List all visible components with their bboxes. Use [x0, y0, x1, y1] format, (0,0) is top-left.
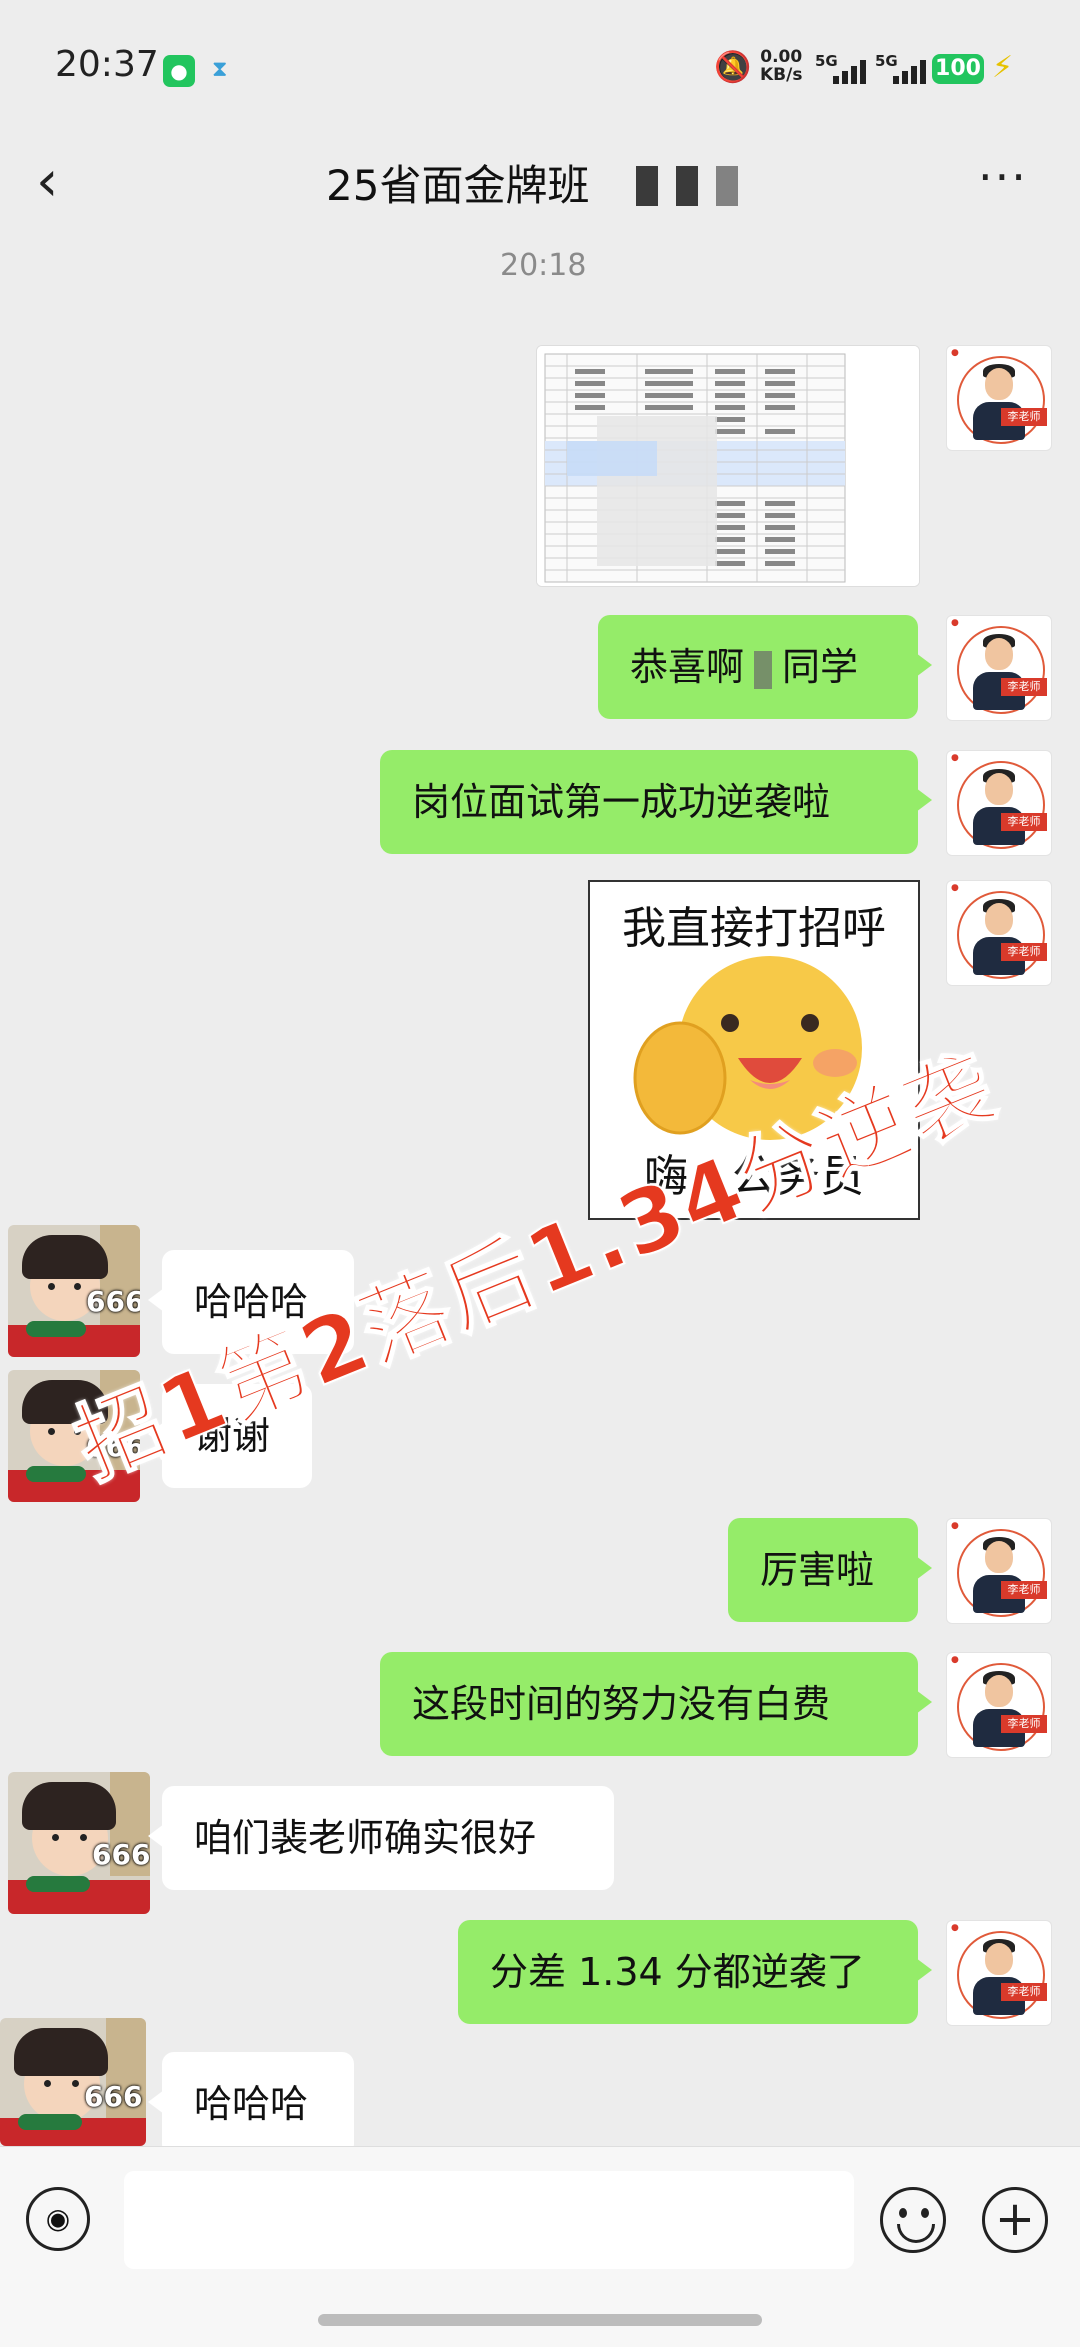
blurred-region [636, 166, 658, 206]
avatar-label: 666 [86, 1285, 140, 1318]
chat-title: 25省面金牌班 [326, 161, 590, 210]
chat-header: ‹ 25省面金牌班 ··· [0, 130, 1080, 240]
student-avatar[interactable]: 666 [0, 2018, 146, 2146]
message-bubble-outgoing[interactable]: 这段时间的努力没有白费 [380, 1652, 932, 1756]
message-bubble-outgoing[interactable]: 岗位面试第一成功逆袭啦 [380, 750, 932, 854]
hourglass-icon: ⧗ [212, 57, 228, 82]
plus-icon[interactable]: + [982, 2187, 1048, 2253]
teacher-avatar[interactable]: ● 李老师 [946, 345, 1052, 451]
avatar-label: 666 [84, 2080, 143, 2113]
signal-label-2: 5G [875, 52, 898, 70]
blurred-region [716, 166, 738, 206]
message-timestamp: 20:18 [500, 248, 587, 283]
message-text: 咱们裴老师确实很好 [194, 1816, 537, 1860]
teacher-avatar[interactable]: ● 李老师 [946, 615, 1052, 721]
teacher-avatar[interactable]: ● 李老师 [946, 880, 1052, 986]
wechat-notification-icon: ● [163, 55, 195, 87]
signal-icon-2: 5G [875, 52, 933, 86]
message-text: 岗位面试第一成功逆袭啦 [412, 780, 831, 824]
blurred-region [754, 650, 773, 689]
status-time: 20:37 [55, 44, 159, 85]
message-text: 同学 [782, 645, 859, 689]
more-dots-icon[interactable]: ··· [978, 150, 1028, 204]
back-icon[interactable]: ‹ [36, 152, 76, 212]
message-text: 厉害啦 [760, 1548, 875, 1592]
avatar-label: 李老师 [1001, 1715, 1047, 1733]
teacher-avatar[interactable]: ● 李老师 [946, 750, 1052, 856]
teacher-avatar[interactable]: ● 李老师 [946, 1652, 1052, 1758]
message-bubble-incoming[interactable]: 哈哈哈 [148, 2052, 354, 2156]
signal-label: 5G [815, 52, 838, 70]
voice-icon[interactable]: ◉ [26, 2187, 90, 2251]
avatar-label: 李老师 [1001, 1581, 1047, 1599]
network-speed: 0.00 KB/s [760, 48, 802, 84]
avatar-label: 李老师 [1001, 813, 1047, 831]
message-bubble-outgoing[interactable]: 恭喜啊 同学 [598, 615, 932, 719]
student-avatar[interactable]: 666 [8, 1772, 150, 1914]
teacher-avatar[interactable]: ● 李老师 [946, 1518, 1052, 1624]
emoji-icon[interactable] [880, 2187, 946, 2253]
message-bubble-incoming[interactable]: 咱们裴老师确实很好 [148, 1786, 614, 1890]
message-bubble-outgoing[interactable]: 厉害啦 [728, 1518, 932, 1622]
network-speed-unit: KB/s [760, 65, 803, 85]
avatar-label: 李老师 [1001, 943, 1047, 961]
blurred-region [676, 166, 698, 206]
message-bubble-outgoing[interactable]: 分差 1.34 分都逆袭了 [458, 1920, 932, 2024]
message-text: 这段时间的努力没有白费 [412, 1682, 831, 1726]
message-text: 哈哈哈 [194, 2082, 309, 2126]
message-input[interactable] [124, 2171, 854, 2269]
signal-icon: 5G [815, 52, 873, 86]
message-text: 恭喜啊 [630, 645, 745, 689]
battery-icon: 100 [932, 54, 984, 84]
avatar-label: 李老师 [1001, 1983, 1047, 2001]
home-indicator [318, 2314, 762, 2326]
avatar-label: 666 [92, 1838, 150, 1871]
avatar-label: 李老师 [1001, 408, 1047, 426]
message-text: 分差 1.34 分都逆袭了 [490, 1950, 865, 1994]
teacher-avatar[interactable]: ● 李老师 [946, 1920, 1052, 2026]
charging-icon: ⚡ [992, 50, 1014, 85]
status-bar: 20:37 ● ⧗ 🔕 0.00 KB/s 5G 5G 100 ⚡ [0, 0, 1080, 130]
network-speed-value: 0.00 [760, 47, 803, 67]
avatar-label: 李老师 [1001, 678, 1047, 696]
student-avatar[interactable]: 666 [8, 1225, 140, 1357]
bell-muted-icon: 🔕 [714, 50, 752, 85]
spreadsheet-image[interactable] [536, 345, 920, 587]
sticker-caption-top: 我直接打招呼 [622, 903, 886, 954]
